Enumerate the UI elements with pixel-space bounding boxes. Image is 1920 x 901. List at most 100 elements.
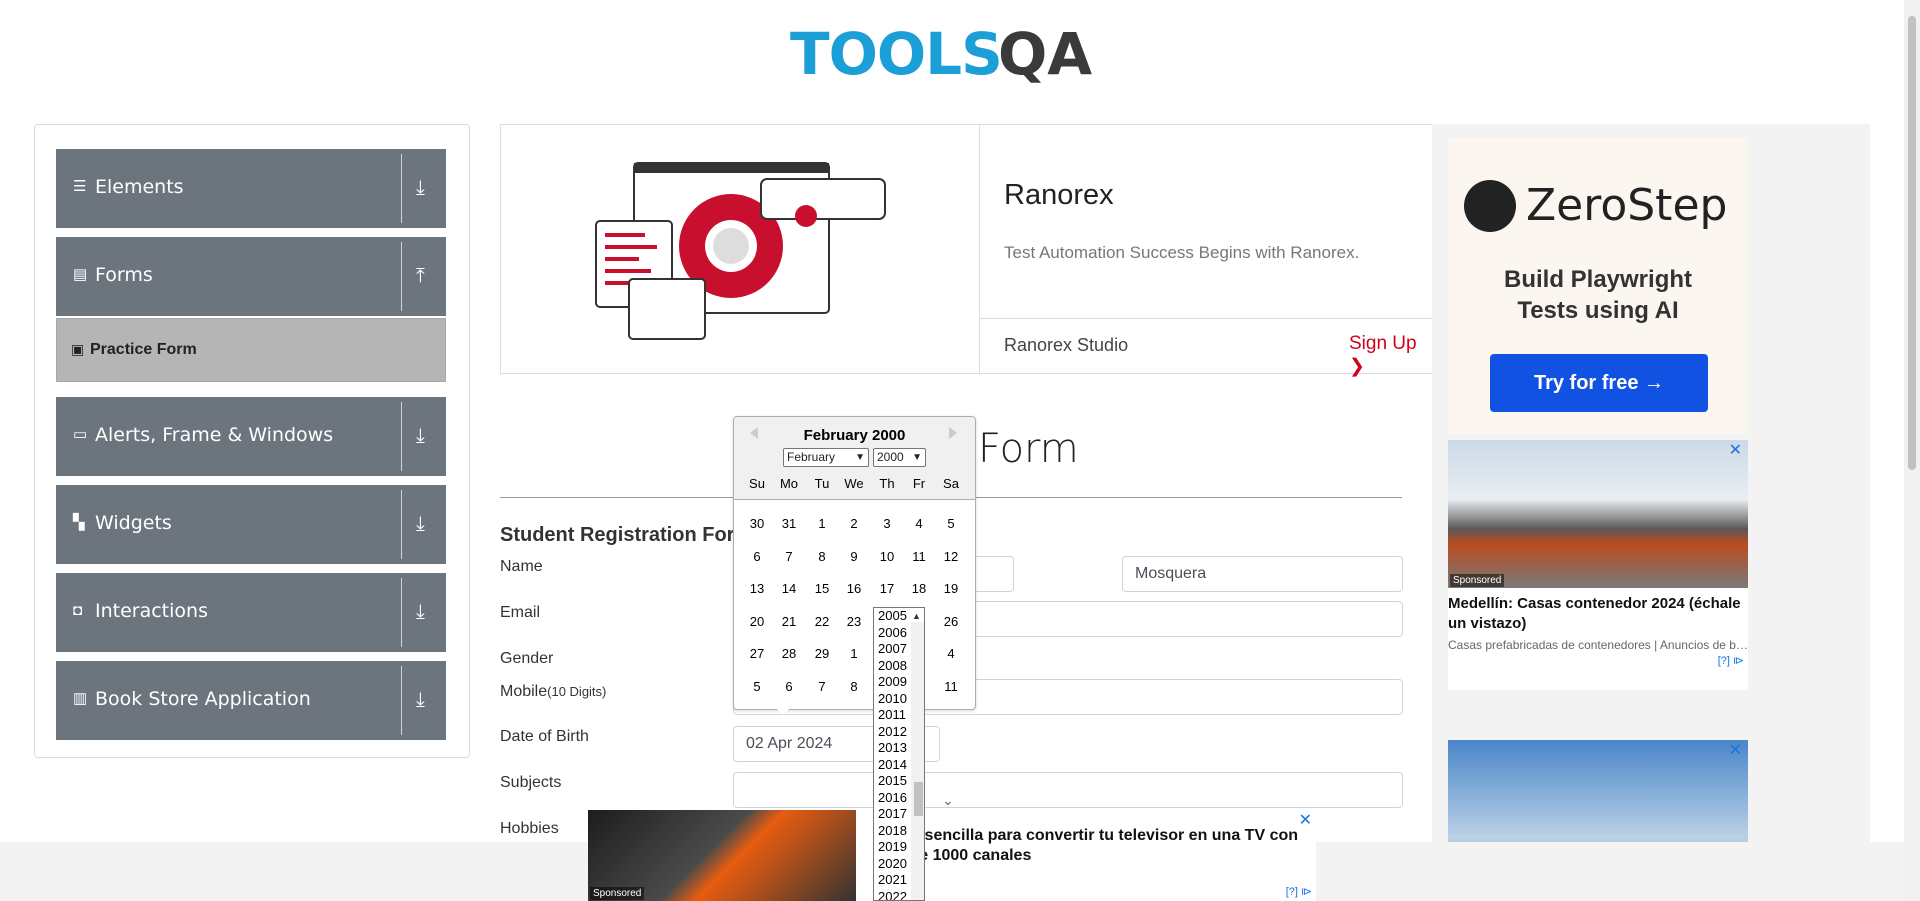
year-option[interactable]: 2012 xyxy=(878,724,907,739)
sidebar: ☰ Elements ⤓ ▤ Forms ⤒ ▣ Practice Form ▭… xyxy=(34,124,470,758)
year-option[interactable]: 2007 xyxy=(878,641,907,656)
sidebar-group-interactions[interactable]: ◘ Interactions ⤓ xyxy=(56,573,446,652)
calendar-day[interactable]: 4 xyxy=(935,640,967,668)
sidebar-group-widgets[interactable]: ▚ Widgets ⤓ xyxy=(56,485,446,564)
scroll-up-icon[interactable]: ▲ xyxy=(912,611,921,621)
calendar-day[interactable]: 31 xyxy=(773,510,805,538)
year-option[interactable]: 2008 xyxy=(878,658,907,673)
calendar-day[interactable]: 20 xyxy=(741,608,773,636)
download-arrow-icon: ⤓ xyxy=(416,599,425,623)
divider xyxy=(979,125,980,373)
calendar-day[interactable]: 6 xyxy=(773,673,805,701)
day-name: Sa xyxy=(943,476,959,491)
calendar-day[interactable]: 26 xyxy=(935,608,967,636)
try-for-free-button[interactable]: Try for free → xyxy=(1490,354,1708,412)
year-option[interactable]: 2015 xyxy=(878,773,907,788)
calendar-day[interactable]: 10 xyxy=(871,543,903,571)
month-select[interactable]: February ▼ xyxy=(783,448,869,467)
calendar-day[interactable]: 14 xyxy=(773,575,805,603)
calendar-day[interactable]: 21 xyxy=(773,608,805,636)
year-option[interactable]: 2009 xyxy=(878,674,907,689)
item-label: Practice Form xyxy=(90,341,197,358)
subjects-input[interactable] xyxy=(733,772,1403,808)
year-option[interactable]: 2019 xyxy=(878,839,907,854)
close-icon[interactable]: ✕ xyxy=(1729,740,1742,760)
zerostep-ad[interactable]: ZeroStep Build Playwright Tests using AI… xyxy=(1448,138,1748,434)
window-icon: ▭ xyxy=(73,426,88,443)
year-option[interactable]: 2018 xyxy=(878,823,907,838)
calendar-day[interactable]: 29 xyxy=(806,640,838,668)
calendar-day[interactable]: 16 xyxy=(838,575,870,603)
hobbies-label: Hobbies xyxy=(500,820,559,837)
year-option[interactable]: 2014 xyxy=(878,757,907,772)
calendar-day[interactable]: 1 xyxy=(806,510,838,538)
calendar-day[interactable]: 5 xyxy=(741,673,773,701)
sidebar-group-forms[interactable]: ▤ Forms ⤒ xyxy=(56,237,446,316)
calendar-day[interactable]: 1 xyxy=(838,640,870,668)
ranorex-ad-banner[interactable]: Ranorex Test Automation Success Begins w… xyxy=(500,124,1434,377)
close-icon[interactable]: ✕ xyxy=(1299,810,1312,830)
calendar-day[interactable]: 18 xyxy=(903,575,935,603)
adchoices-icon[interactable]: [?] ⧐ xyxy=(1718,654,1744,667)
ad-title[interactable]: lución sencilla para convertir tu televi… xyxy=(873,826,1313,866)
year-option[interactable]: 2011 xyxy=(878,707,906,722)
last-name-input[interactable]: Mosquera xyxy=(1122,556,1403,592)
toolsqa-logo[interactable]: TOOLS QA xyxy=(790,14,1120,94)
calendar-day[interactable]: 13 xyxy=(741,575,773,603)
calendar-day[interactable]: 8 xyxy=(806,543,838,571)
scrollbar-thumb[interactable] xyxy=(1908,16,1916,470)
calendar-day[interactable]: 11 xyxy=(903,543,935,571)
sidebar-group-elements[interactable]: ☰ Elements ⤓ xyxy=(56,149,446,228)
year-option[interactable]: 2021 xyxy=(878,872,907,887)
calendar-day[interactable]: 28 xyxy=(773,640,805,668)
mobile-label-text: Mobile xyxy=(500,683,548,700)
divider xyxy=(401,490,402,559)
year-option[interactable]: 2013 xyxy=(878,740,907,755)
upload-arrow-icon: ⤒ xyxy=(416,263,425,287)
year-select[interactable]: 2000 ▼ xyxy=(873,448,926,467)
year-option[interactable]: 2006 xyxy=(878,625,907,640)
calendar-day[interactable]: 23 xyxy=(838,608,870,636)
year-option[interactable]: 2022 xyxy=(878,889,907,901)
container-house-ad[interactable]: ✕ Sponsored Medellín: Casas contenedor 2… xyxy=(1448,440,1748,690)
calendar-day[interactable]: 27 xyxy=(741,640,773,668)
page-scrollbar[interactable] xyxy=(1904,0,1920,901)
calendar-day[interactable]: 5 xyxy=(935,510,967,538)
scrollbar-track[interactable] xyxy=(911,622,924,900)
next-month-button[interactable] xyxy=(949,427,957,439)
year-dropdown-list[interactable]: 2005 2006 2007 2008 2009 2010 2011 2012 2013 2014… xyxy=(873,607,925,901)
calendar-day[interactable]: 11 xyxy=(935,673,967,701)
year-option[interactable]: 2005 xyxy=(878,608,907,623)
year-option[interactable]: 2020 xyxy=(878,856,907,871)
calendar-day[interactable]: 3 xyxy=(871,510,903,538)
ad-brand: ZeroStep xyxy=(1526,180,1728,231)
sidebar-item-practice-form[interactable]: ▣ Practice Form xyxy=(56,318,446,382)
day-name: Mo xyxy=(779,476,799,491)
calendar-day[interactable]: 22 xyxy=(806,608,838,636)
scrollbar-thumb[interactable] xyxy=(914,782,923,816)
calendar-day[interactable]: 7 xyxy=(806,673,838,701)
calendar-day[interactable]: 4 xyxy=(903,510,935,538)
calendar-day[interactable]: 12 xyxy=(935,543,967,571)
adchoices-icon[interactable]: [?] ⧐ xyxy=(1286,885,1312,898)
close-icon[interactable]: ✕ xyxy=(1729,440,1742,460)
sidebar-group-alerts[interactable]: ▭ Alerts, Frame & Windows ⤓ xyxy=(56,397,446,476)
calendar-day[interactable]: 17 xyxy=(871,575,903,603)
year-option[interactable]: 2010 xyxy=(878,691,907,706)
sidebar-group-book-store[interactable]: ▥ Book Store Application ⤓ xyxy=(56,661,446,740)
calendar-day[interactable]: 6 xyxy=(741,543,773,571)
ad-title[interactable]: Medellín: Casas contenedor 2024 (échale … xyxy=(1448,594,1748,634)
year-option[interactable]: 2017 xyxy=(878,806,907,821)
calendar-day[interactable]: 19 xyxy=(935,575,967,603)
year-option[interactable]: 2016 xyxy=(878,790,907,805)
calendar-day[interactable]: 2 xyxy=(838,510,870,538)
chevron-down-icon: ▼ xyxy=(855,452,865,463)
calendar-day[interactable]: 30 xyxy=(741,510,773,538)
calendar-day[interactable]: 8 xyxy=(838,673,870,701)
calendar-day[interactable]: 15 xyxy=(806,575,838,603)
ad-description: Test Automation Success Begins with Rano… xyxy=(1004,243,1360,262)
bottom-ad[interactable]: Sponsored lución sencilla para convertir… xyxy=(588,810,1316,901)
calendar-day[interactable]: 9 xyxy=(838,543,870,571)
calendar-day[interactable]: 7 xyxy=(773,543,805,571)
ad-signup-link[interactable]: Sign Up ❯ xyxy=(1349,333,1433,378)
